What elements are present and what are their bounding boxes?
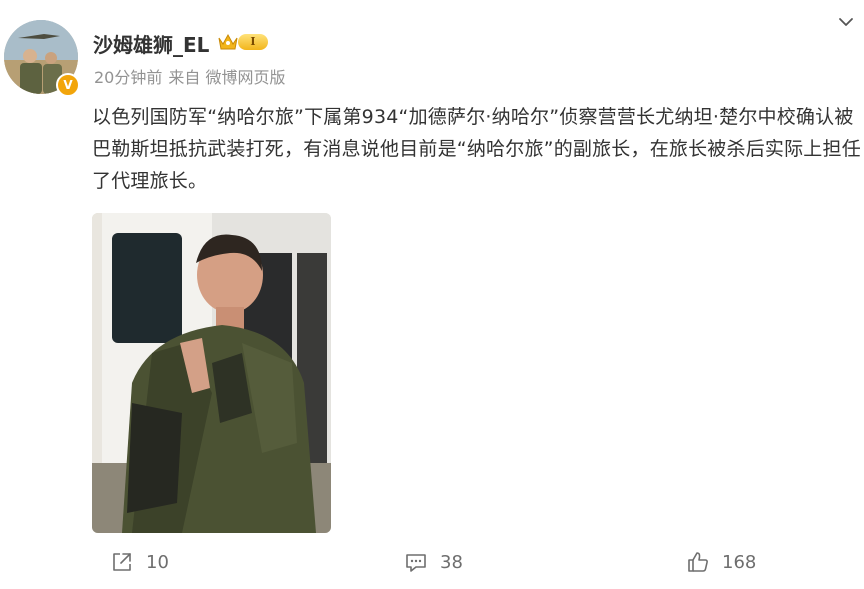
- comment-count: 38: [440, 551, 463, 573]
- thumbs-up-icon: [688, 552, 708, 572]
- post-meta: 20分钟前 来自 微博网页版: [94, 64, 285, 88]
- post-text: 以色列国防军“纳哈尔旅”下属第934“加德萨尔·纳哈尔”侦察营营长尤纳坦·楚尔中…: [92, 106, 861, 192]
- repost-count: 10: [146, 551, 169, 573]
- repost-button[interactable]: 10: [110, 549, 169, 575]
- share-icon: [113, 553, 131, 571]
- like-count: 168: [722, 551, 757, 573]
- post-image[interactable]: [92, 213, 331, 533]
- username[interactable]: 沙姆雄狮_EL: [93, 29, 209, 58]
- comment-button[interactable]: 38: [404, 549, 463, 575]
- post-source: 来自 微博网页版: [168, 68, 286, 87]
- verified-badge: V: [56, 73, 80, 97]
- like-button[interactable]: 168: [686, 549, 756, 575]
- comment-icon: [406, 554, 426, 572]
- chevron-down-icon[interactable]: [836, 12, 856, 32]
- crown-icon[interactable]: [217, 32, 239, 52]
- post-time[interactable]: 20分钟前: [94, 68, 162, 87]
- member-level-badge[interactable]: I: [238, 34, 268, 50]
